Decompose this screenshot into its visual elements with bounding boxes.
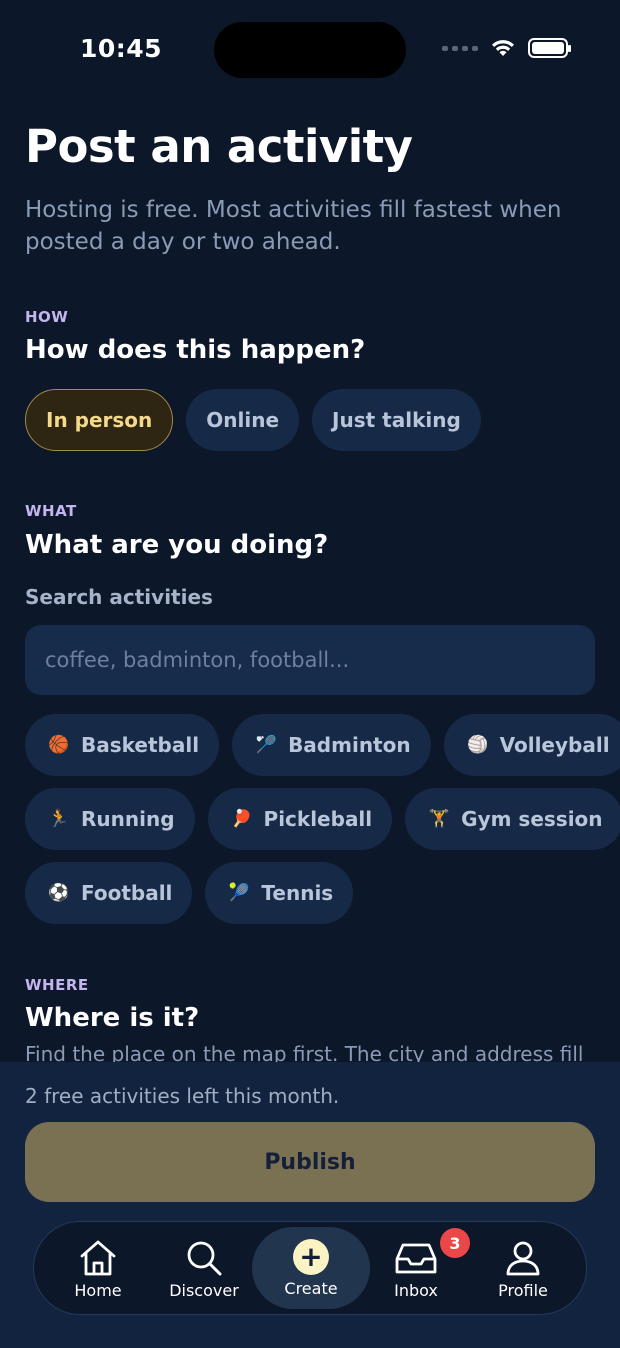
status-bar: 10:45	[0, 0, 620, 100]
what-kicker: WHAT	[25, 502, 77, 520]
tab-label: Profile	[498, 1280, 548, 1300]
wifi-icon	[492, 40, 514, 56]
mode-option-in-person[interactable]: In person	[25, 389, 174, 451]
activity-suggestions-row-3: ⚽ Football 🎾 Tennis	[25, 862, 354, 924]
activity-chip-basketball[interactable]: 🏀 Basketball	[25, 714, 220, 776]
tab-home[interactable]: Home	[54, 1222, 142, 1316]
mode-options: In person Online Just talking	[25, 389, 481, 451]
cellular-signal-icon	[442, 45, 478, 51]
basketball-icon: 🏀	[48, 735, 70, 755]
tab-inbox[interactable]: Inbox 3	[376, 1222, 470, 1316]
status-icons	[442, 38, 571, 58]
activity-chip-pickleball[interactable]: 🏓 Pickleball	[207, 788, 393, 850]
activity-search-input[interactable]	[25, 625, 595, 695]
how-kicker: HOW	[25, 308, 69, 326]
inbox-unread-badge: 3	[440, 1228, 470, 1258]
activity-chip-label: Tennis	[261, 881, 334, 905]
tennis-ball-icon: 🎾	[228, 883, 250, 903]
tab-label: Home	[74, 1280, 122, 1300]
plus-icon: +	[293, 1238, 329, 1275]
activity-suggestions-row-2: 🏃 Running 🏓 Pickleball 🏋 Gym session	[25, 788, 620, 850]
badminton-icon: 🏸	[255, 735, 277, 755]
activity-suggestions-row-1: 🏀 Basketball 🏸 Badminton 🏐 Volleyball	[25, 714, 620, 776]
home-icon	[80, 1240, 116, 1275]
clock: 10:45	[80, 34, 163, 63]
what-title: What are you doing?	[25, 530, 329, 560]
mode-option-online[interactable]: Online	[186, 389, 300, 451]
soccer-ball-icon: ⚽	[48, 883, 70, 903]
tab-label: Inbox	[394, 1280, 438, 1300]
tab-profile[interactable]: Profile	[482, 1222, 564, 1316]
tab-label: Discover	[169, 1280, 239, 1300]
volleyball-icon: 🏐	[467, 735, 489, 755]
mode-option-just-talking[interactable]: Just talking	[312, 389, 481, 451]
search-icon	[187, 1241, 222, 1275]
tab-create[interactable]: + Create	[252, 1227, 370, 1309]
tab-label: Create	[284, 1278, 338, 1298]
free-activities-note: 2 free activities left this month.	[25, 1084, 340, 1108]
how-title: How does this happen?	[25, 335, 366, 365]
dynamic-island	[214, 22, 406, 78]
activity-chip-label: Running	[81, 807, 175, 831]
weightlifting-icon: 🏋	[428, 809, 450, 829]
battery-icon	[528, 38, 571, 58]
activity-chip-running[interactable]: 🏃 Running	[25, 788, 195, 850]
pickleball-icon: 🏓	[230, 809, 253, 829]
activity-chip-label: Gym session	[461, 807, 603, 831]
tab-discover[interactable]: Discover	[156, 1222, 252, 1316]
page-title: Post an activity	[25, 120, 413, 173]
activity-chip-volleyball[interactable]: 🏐 Volleyball	[443, 714, 620, 776]
activity-chip-label: Badminton	[288, 733, 411, 757]
activity-chip-football[interactable]: ⚽ Football	[25, 862, 193, 924]
person-icon	[506, 1241, 540, 1275]
running-icon: 🏃	[48, 809, 70, 829]
activity-chip-label: Football	[81, 881, 173, 905]
publish-footer: 2 free activities left this month. Publi…	[0, 1062, 620, 1348]
activity-chip-gym-session[interactable]: 🏋 Gym session	[405, 788, 620, 850]
activity-chip-tennis[interactable]: 🎾 Tennis	[205, 862, 354, 924]
search-label: Search activities	[25, 585, 213, 609]
where-kicker: WHERE	[25, 976, 89, 994]
where-title: Where is it?	[25, 1003, 200, 1033]
activity-chip-label: Pickleball	[263, 807, 373, 831]
inbox-icon	[395, 1243, 437, 1273]
activity-chip-label: Volleyball	[499, 733, 610, 757]
activity-chip-label: Basketball	[81, 733, 200, 757]
tab-bar: Home Discover + Create Inbox 3 Profile	[33, 1221, 587, 1315]
activity-chip-badminton[interactable]: 🏸 Badminton	[232, 714, 431, 776]
page-subtitle: Hosting is free. Most activities fill fa…	[25, 197, 562, 255]
where-description: Find the place on the map first. The cit…	[25, 1042, 584, 1062]
publish-button[interactable]: Publish	[25, 1122, 595, 1202]
